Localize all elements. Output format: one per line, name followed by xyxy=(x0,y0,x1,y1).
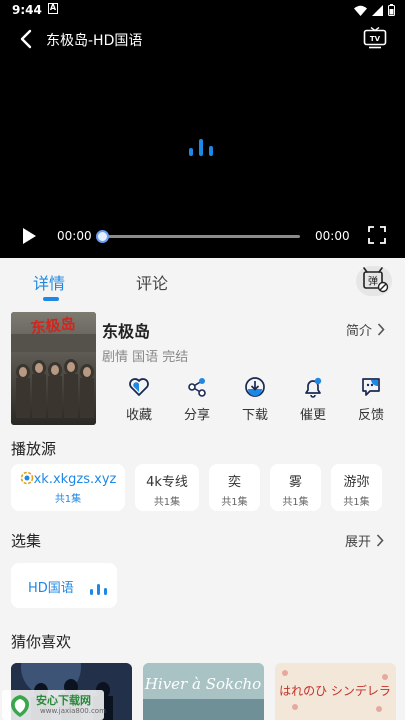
danmu-toggle-button[interactable]: 弹 xyxy=(356,266,392,296)
source-section-title: 播放源 xyxy=(11,440,57,458)
svg-text:TV: TV xyxy=(370,35,381,43)
back-arrow-icon[interactable] xyxy=(16,28,38,50)
current-time: 00:00 xyxy=(57,229,92,243)
source-name-4: 游弥 xyxy=(343,475,370,490)
recommend-title-1: Hiver à Sokcho xyxy=(144,675,261,693)
action-bar: 收藏 分享 下载 催更 反馈 xyxy=(110,374,400,426)
share-button[interactable]: 分享 xyxy=(168,374,226,426)
source-count-1: 共1集 xyxy=(153,497,181,508)
source-name-3: 雾 xyxy=(288,475,302,490)
show-title: 东极岛 xyxy=(102,322,151,341)
status-time: 9:44 xyxy=(12,3,42,17)
recommend-poster-1: Hiver à Sokcho xyxy=(143,663,264,720)
watermark-text: 安心下载网 xyxy=(36,694,91,707)
battery-icon xyxy=(388,4,395,16)
source-chip-4[interactable]: 游弥 共1集 xyxy=(331,464,382,511)
watermark-url: www.jaxia800.com xyxy=(40,707,106,715)
watermark: 安心下载网 www.jaxia800.com xyxy=(2,690,106,720)
poster-image: 东极岛 xyxy=(11,312,96,425)
video-player[interactable]: 9:44 A 东极岛-HD国语 TV 00:00 00:00 xyxy=(0,0,405,258)
favorite-button[interactable]: 收藏 xyxy=(110,374,168,426)
download-button[interactable]: 下载 xyxy=(226,374,284,426)
total-time: 00:00 xyxy=(315,229,350,243)
feedback-button[interactable]: 反馈 xyxy=(342,374,400,426)
source-chip-1[interactable]: 4k专线 共1集 xyxy=(135,464,199,511)
fullscreen-icon[interactable] xyxy=(368,226,386,244)
video-title: 东极岛-HD国语 xyxy=(46,33,143,49)
episode-section-title: 选集 xyxy=(11,532,42,550)
feedback-icon xyxy=(362,378,380,396)
remind-update-button[interactable]: 催更 xyxy=(284,374,342,426)
loading-indicator-icon xyxy=(189,139,213,156)
bell-icon xyxy=(305,377,322,398)
tab-detail[interactable]: 详情 xyxy=(33,270,65,294)
source-chip-0[interactable]: xk.xkgzs.xyz 共1集 xyxy=(11,464,125,511)
recommend-poster-2: はれのひ シンデレラ xyxy=(275,663,396,720)
source-chip-2[interactable]: 奕 共1集 xyxy=(209,464,260,511)
source-chip-3[interactable]: 雾 共1集 xyxy=(270,464,321,511)
heart-icon xyxy=(129,378,149,396)
playing-indicator-icon xyxy=(90,584,107,595)
recommend-title-2: はれのひ シンデレラ xyxy=(279,683,391,698)
chevron-right-icon xyxy=(376,534,384,547)
detail-tabs: 详情 评论 xyxy=(0,258,405,304)
danmu-off-icon: 弹 xyxy=(363,267,389,293)
expand-label: 展开 xyxy=(345,535,372,550)
intro-label: 简介 xyxy=(346,324,373,339)
player-title-bar: 东极岛-HD国语 TV xyxy=(0,26,405,52)
source-name-2: 奕 xyxy=(227,475,241,490)
notification-icon: A xyxy=(48,3,58,14)
recommend-card-2[interactable]: はれのひ シンデレラ xyxy=(275,663,396,720)
feedback-label: 反馈 xyxy=(357,408,384,423)
share-icon xyxy=(188,378,206,397)
seek-bar[interactable] xyxy=(96,230,300,243)
source-count-3: 共1集 xyxy=(282,497,309,508)
recommend-section-title: 猜你喜欢 xyxy=(11,633,72,651)
source-logo-icon xyxy=(20,471,33,485)
download-icon xyxy=(245,377,265,397)
share-label: 分享 xyxy=(183,408,210,423)
episode-label: HD国语 xyxy=(28,581,74,596)
player-controls: 00:00 00:00 xyxy=(0,222,405,250)
wifi-icon xyxy=(354,5,367,16)
tv-cast-icon[interactable]: TV xyxy=(363,27,387,49)
danmu-label: 弹 xyxy=(368,275,378,288)
favorite-label: 收藏 xyxy=(125,408,152,423)
tab-indicator xyxy=(43,297,59,301)
tab-comment[interactable]: 评论 xyxy=(136,270,168,294)
expand-button[interactable]: 展开 xyxy=(345,531,384,550)
chevron-right-icon xyxy=(377,323,385,336)
source-count-4: 共1集 xyxy=(343,497,370,508)
status-icons xyxy=(354,4,395,16)
remind-update-label: 催更 xyxy=(299,408,326,423)
episode-chip[interactable]: HD国语 xyxy=(11,563,117,608)
signal-icon xyxy=(372,4,383,16)
seek-knob[interactable] xyxy=(96,230,109,243)
source-count-0: 共1集 xyxy=(54,494,82,505)
source-list: xk.xkgzs.xyz 共1集 4k专线 共1集 奕 共1集 雾 共1集 游弥… xyxy=(11,464,382,511)
download-label: 下载 xyxy=(241,408,268,423)
show-meta: 剧情 国语 完结 xyxy=(102,350,189,365)
source-name-1: 4k专线 xyxy=(146,475,188,490)
watermark-logo-icon xyxy=(11,695,29,717)
play-icon[interactable] xyxy=(20,227,38,245)
recommend-card-1[interactable]: Hiver à Sokcho xyxy=(143,663,264,720)
status-bar: 9:44 A xyxy=(0,0,405,22)
intro-button[interactable]: 简介 xyxy=(346,320,385,339)
source-name-0: xk.xkgzs.xyz xyxy=(11,471,125,487)
source-count-2: 共1集 xyxy=(221,497,248,508)
